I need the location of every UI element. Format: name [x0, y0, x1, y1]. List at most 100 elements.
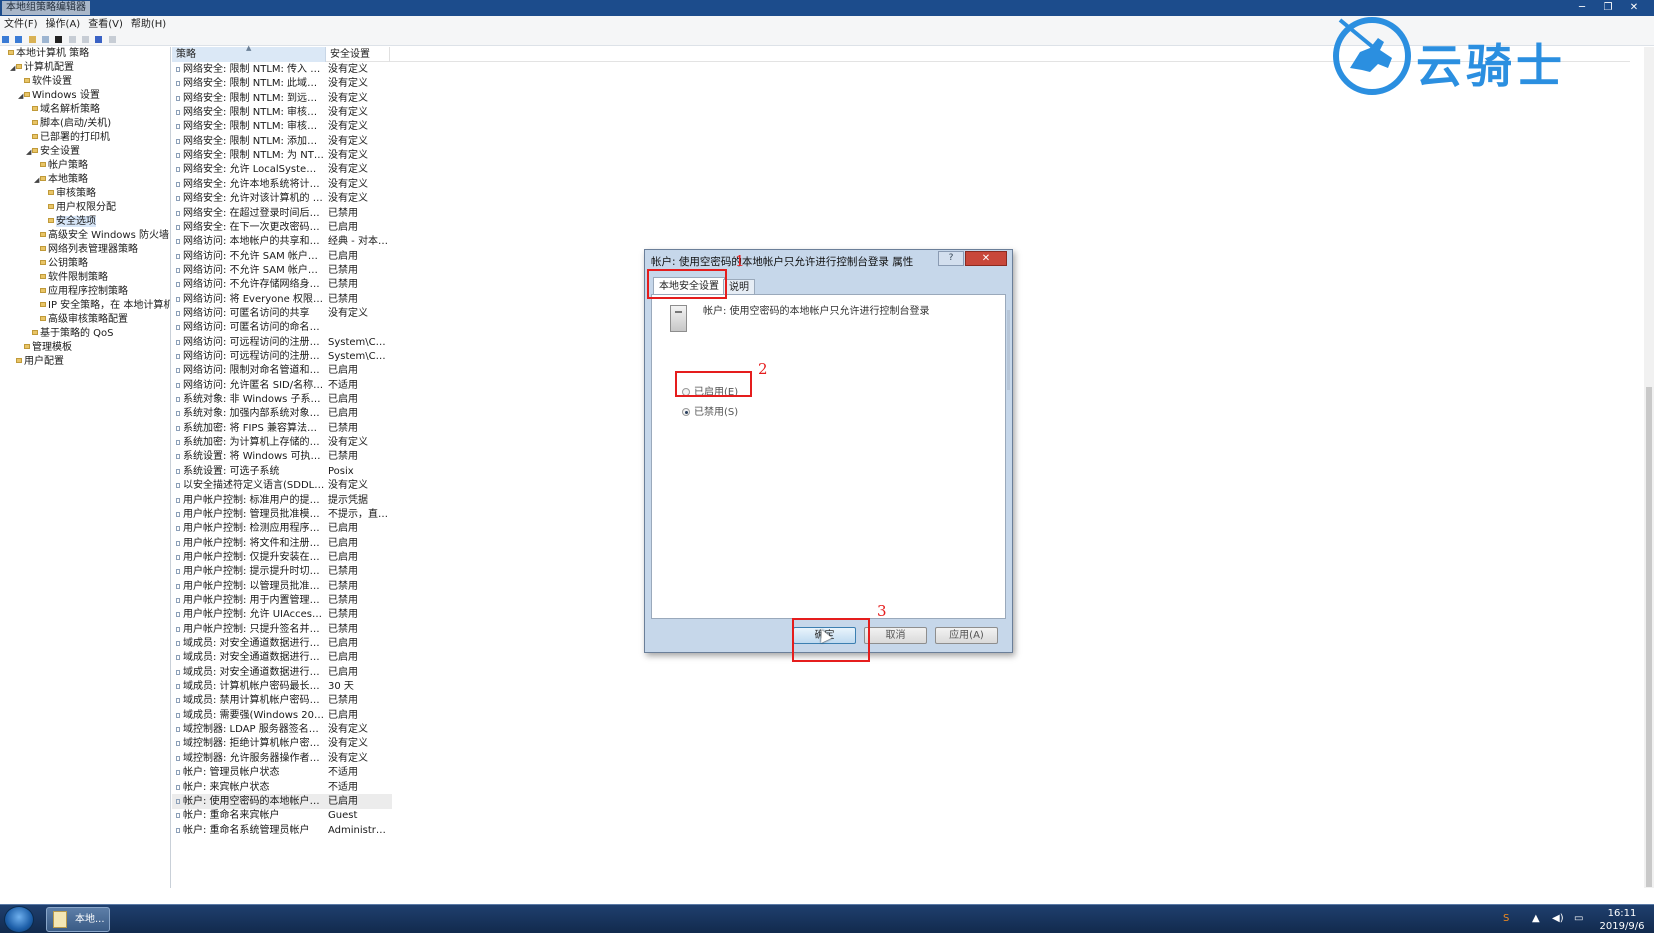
table-row[interactable]: 用户帐户控制: 检测应用程序安装并提示提升已启用 [172, 521, 392, 536]
tree-item[interactable]: 域名解析策略 [26, 103, 100, 117]
table-row[interactable]: 网络安全: 限制 NTLM: 添加此域中的服务器例外没有定义 [172, 134, 392, 149]
cancel-button[interactable]: 取消 [864, 627, 927, 644]
tree-item[interactable]: 高级安全 Windows 防火墙 [34, 229, 169, 243]
table-row[interactable]: 帐户: 管理员帐户状态 不适用 [172, 765, 392, 780]
table-row[interactable]: 网络访问: 本地帐户的共享和安全模型经典 - 对本地用户进行身份验证 [172, 234, 392, 249]
table-row[interactable]: 用户帐户控制: 管理员批准模式中管理员的提升权限提示的行为不提示，直接提升 [172, 507, 392, 522]
table-row[interactable]: 域成员: 需要强(Windows 2000 或更高版本)会话密钥已启用 [172, 708, 392, 723]
table-row[interactable]: 域成员: 对安全通道数据进行数字加密或数字签名(始终)已启用 [172, 636, 392, 651]
table-row[interactable]: 域成员: 对安全通道数据进行数字加密(如果可能)已启用 [172, 650, 392, 665]
menu-file[interactable]: 文件(F) [0, 16, 42, 33]
table-row[interactable]: 网络访问: 可匿名访问的共享 没有定义 [172, 306, 392, 321]
table-row[interactable]: 系统对象: 非 Windows 子系统不要求区分大小写已启用 [172, 392, 392, 407]
table-row[interactable]: 以安全描述符定义语言(SDDL)语法表示的计算机访问限制没有定义 [172, 478, 392, 493]
table-row[interactable]: 网络访问: 可远程访问的注册表路径和子路径System\CurrentContr… [172, 349, 392, 364]
table-row[interactable]: 网络安全: 限制 NTLM: 审核此域中的 NTLM 身份验证没有定义 [172, 119, 392, 134]
table-row[interactable]: 用户帐户控制: 用于内置管理员帐户的管理员批准模式已禁用 [172, 593, 392, 608]
tree-item[interactable]: 公钥策略 [34, 257, 88, 271]
table-row[interactable]: 网络安全: 允许本地系统将计算机标识用于 NTLM没有定义 [172, 177, 392, 192]
table-row[interactable]: 网络安全: 允许 LocalSystem NULL 会话回退没有定义 [172, 162, 392, 177]
table-row[interactable]: 网络安全: 限制 NTLM: 传入 NTLM 流量没有定义 [172, 62, 392, 77]
table-row[interactable]: 帐户: 使用空密码的本地帐户只允许进行控制台登录已启用 [172, 793, 392, 810]
table-row[interactable]: 系统设置: 可选子系统 Posix [172, 464, 392, 479]
table-row[interactable]: 网络访问: 允许匿名 SID/名称转换 不适用 [172, 378, 392, 393]
table-row[interactable]: 域控制器: 拒绝计算机帐户密码更改 没有定义 [172, 736, 392, 751]
tree-item[interactable]: ◢ 本地策略 [34, 173, 88, 187]
tree-item[interactable]: 用户配置 [10, 355, 64, 369]
tree-item[interactable]: 软件设置 [18, 75, 72, 89]
table-row[interactable]: 域控制器: 允许服务器操作者计划任务没有定义 [172, 751, 392, 766]
show-hide-tree-icon[interactable] [42, 36, 50, 43]
menu-view[interactable]: 查看(V) [84, 16, 127, 33]
table-row[interactable]: 网络安全: 限制 NTLM: 到远程服务器的传出 NTLM 流量没有定义 [172, 91, 392, 106]
system-clock[interactable]: 16:11 2019/9/6 [1594, 907, 1650, 933]
table-row[interactable]: 用户帐户控制: 以管理员批准模式运行所有管理员已禁用 [172, 579, 392, 594]
table-row[interactable]: 域成员: 禁用计算机帐户密码更改 已禁用 [172, 693, 392, 708]
tree-item[interactable]: 本地计算机 策略 [2, 47, 89, 61]
tree-item[interactable]: 已部署的打印机 [26, 131, 110, 145]
table-row[interactable]: 帐户: 重命名来宾帐户 Guest [172, 808, 392, 823]
table-row[interactable]: 帐户: 重命名系统管理员帐户 Administrator [172, 823, 392, 838]
tree-item[interactable]: 高级审核策略配置 [34, 313, 128, 327]
table-row[interactable]: 用户帐户控制: 只提升签名并验证的可执行文件已禁用 [172, 622, 392, 637]
tree-item[interactable]: 安全选项 [42, 215, 96, 229]
table-row[interactable]: 用户帐户控制: 提示提升时切换到安全桌面已禁用 [172, 564, 392, 579]
up-folder-icon[interactable] [28, 36, 36, 43]
apply-button[interactable]: 应用(A) [935, 627, 998, 644]
tray-app-icon[interactable]: S [1503, 913, 1509, 924]
tree-item[interactable]: IP 安全策略，在 本地计算机 [34, 299, 170, 313]
taskbar-app-button[interactable]: 本地... [46, 907, 110, 932]
help-icon[interactable] [95, 36, 103, 43]
table-row[interactable]: 网络访问: 限制对命名管道和共享的匿名访问已启用 [172, 363, 392, 378]
view-icon[interactable] [108, 36, 116, 43]
radio-disabled[interactable]: 已禁用(S) [682, 403, 738, 418]
network-icon[interactable]: ▭ [1574, 913, 1583, 924]
tree-item[interactable]: ◢ 计算机配置 [10, 61, 74, 75]
vertical-scrollbar[interactable] [1644, 47, 1654, 888]
tree-item[interactable]: 网络列表管理器策略 [34, 243, 138, 257]
table-row[interactable]: 网络安全: 在超过登录时间后强制注销已禁用 [172, 206, 392, 221]
table-row[interactable]: 网络访问: 可匿名访问的命名管道 [172, 320, 392, 335]
dialog-close-button[interactable]: ✕ [965, 251, 1007, 266]
show-hidden-icons-icon[interactable]: ▲ [1532, 913, 1540, 924]
table-row[interactable]: 网络访问: 将 Everyone 权限应用于匿名用户已禁用 [172, 292, 392, 307]
table-row[interactable]: 域成员: 对安全通道数据进行数字签名(如果可能)已启用 [172, 665, 392, 680]
scrollbar-thumb[interactable] [1646, 387, 1652, 887]
table-row[interactable]: 帐户: 来宾帐户状态 不适用 [172, 780, 392, 795]
table-row[interactable]: 用户帐户控制: 允许 UIAccess 应用程序在不使用安全桌面的情况下提升已禁… [172, 607, 392, 622]
table-row[interactable]: 系统加密: 将 FIPS 兼容算法用于加密、哈希和签名已禁用 [172, 421, 392, 436]
properties-icon[interactable] [68, 36, 76, 43]
export-icon[interactable] [82, 36, 90, 43]
tree-item[interactable]: 审核策略 [42, 187, 96, 201]
table-row[interactable]: 系统对象: 加强内部系统对象的默认权限已启用 [172, 406, 392, 421]
radio-disabled-dot[interactable] [682, 408, 690, 416]
back-icon[interactable] [2, 36, 9, 43]
start-button[interactable] [4, 906, 34, 933]
table-row[interactable]: 网络访问: 不允许存储网络身份验证的密码和凭据已禁用 [172, 277, 392, 292]
table-row[interactable]: 网络安全: 限制 NTLM: 此域中的 NTLM 身份验证没有定义 [172, 76, 392, 91]
table-row[interactable]: 网络访问: 不允许 SAM 帐户的匿名枚举已启用 [172, 249, 392, 264]
tree-item[interactable]: 用户权限分配 [42, 201, 116, 215]
table-row[interactable]: 域成员: 计算机帐户密码最长使用期限30 天 [172, 679, 392, 694]
tree-item[interactable]: 脚本(启动/关机) [26, 117, 111, 131]
tree-item[interactable]: 软件限制策略 [34, 271, 108, 285]
table-row[interactable]: 用户帐户控制: 将文件和注册表写入错误虚拟化到每用户位置已启用 [172, 536, 392, 551]
tree-item[interactable]: 管理模板 [18, 341, 72, 355]
tree-item[interactable]: ◢ Windows 设置 [18, 89, 100, 103]
tree-item[interactable]: ◢ 安全设置 [26, 145, 80, 159]
table-row[interactable]: 网络访问: 可远程访问的注册表路径System\CurrentControlSe… [172, 335, 392, 350]
table-row[interactable]: 网络安全: 允许对该计算机的 PKU2U 身份验证请求使用联机标识没有定义 [172, 191, 392, 206]
tree-item[interactable]: 帐户策略 [34, 159, 88, 173]
forward-icon[interactable] [15, 36, 23, 43]
delete-icon[interactable] [55, 36, 63, 43]
table-row[interactable]: 用户帐户控制: 仅提升安装在安全位置的 UIAccess 应用程序已启用 [172, 550, 392, 565]
table-row[interactable]: 网络安全: 限制 NTLM: 为 NTLM 身份验证添加远程服务器例外没有定义 [172, 148, 392, 163]
tree-item[interactable]: 应用程序控制策略 [34, 285, 128, 299]
tab-explain[interactable]: 说明 [723, 279, 755, 295]
table-row[interactable]: 系统加密: 为计算机上存储的用户密钥强制进行强密钥保护没有定义 [172, 435, 392, 450]
tree-item[interactable]: 基于策略的 QoS [26, 327, 114, 341]
table-row[interactable]: 网络安全: 在下一次更改密码时不存储 LAN 管理器哈希值已启用 [172, 220, 392, 235]
table-row[interactable]: 系统设置: 将 Windows 可执行文件中的证书规则用于软件限制策略已禁用 [172, 449, 392, 464]
column-header-setting[interactable]: 安全设置 [326, 47, 390, 62]
table-row[interactable]: 域控制器: LDAP 服务器签名要求 没有定义 [172, 722, 392, 737]
